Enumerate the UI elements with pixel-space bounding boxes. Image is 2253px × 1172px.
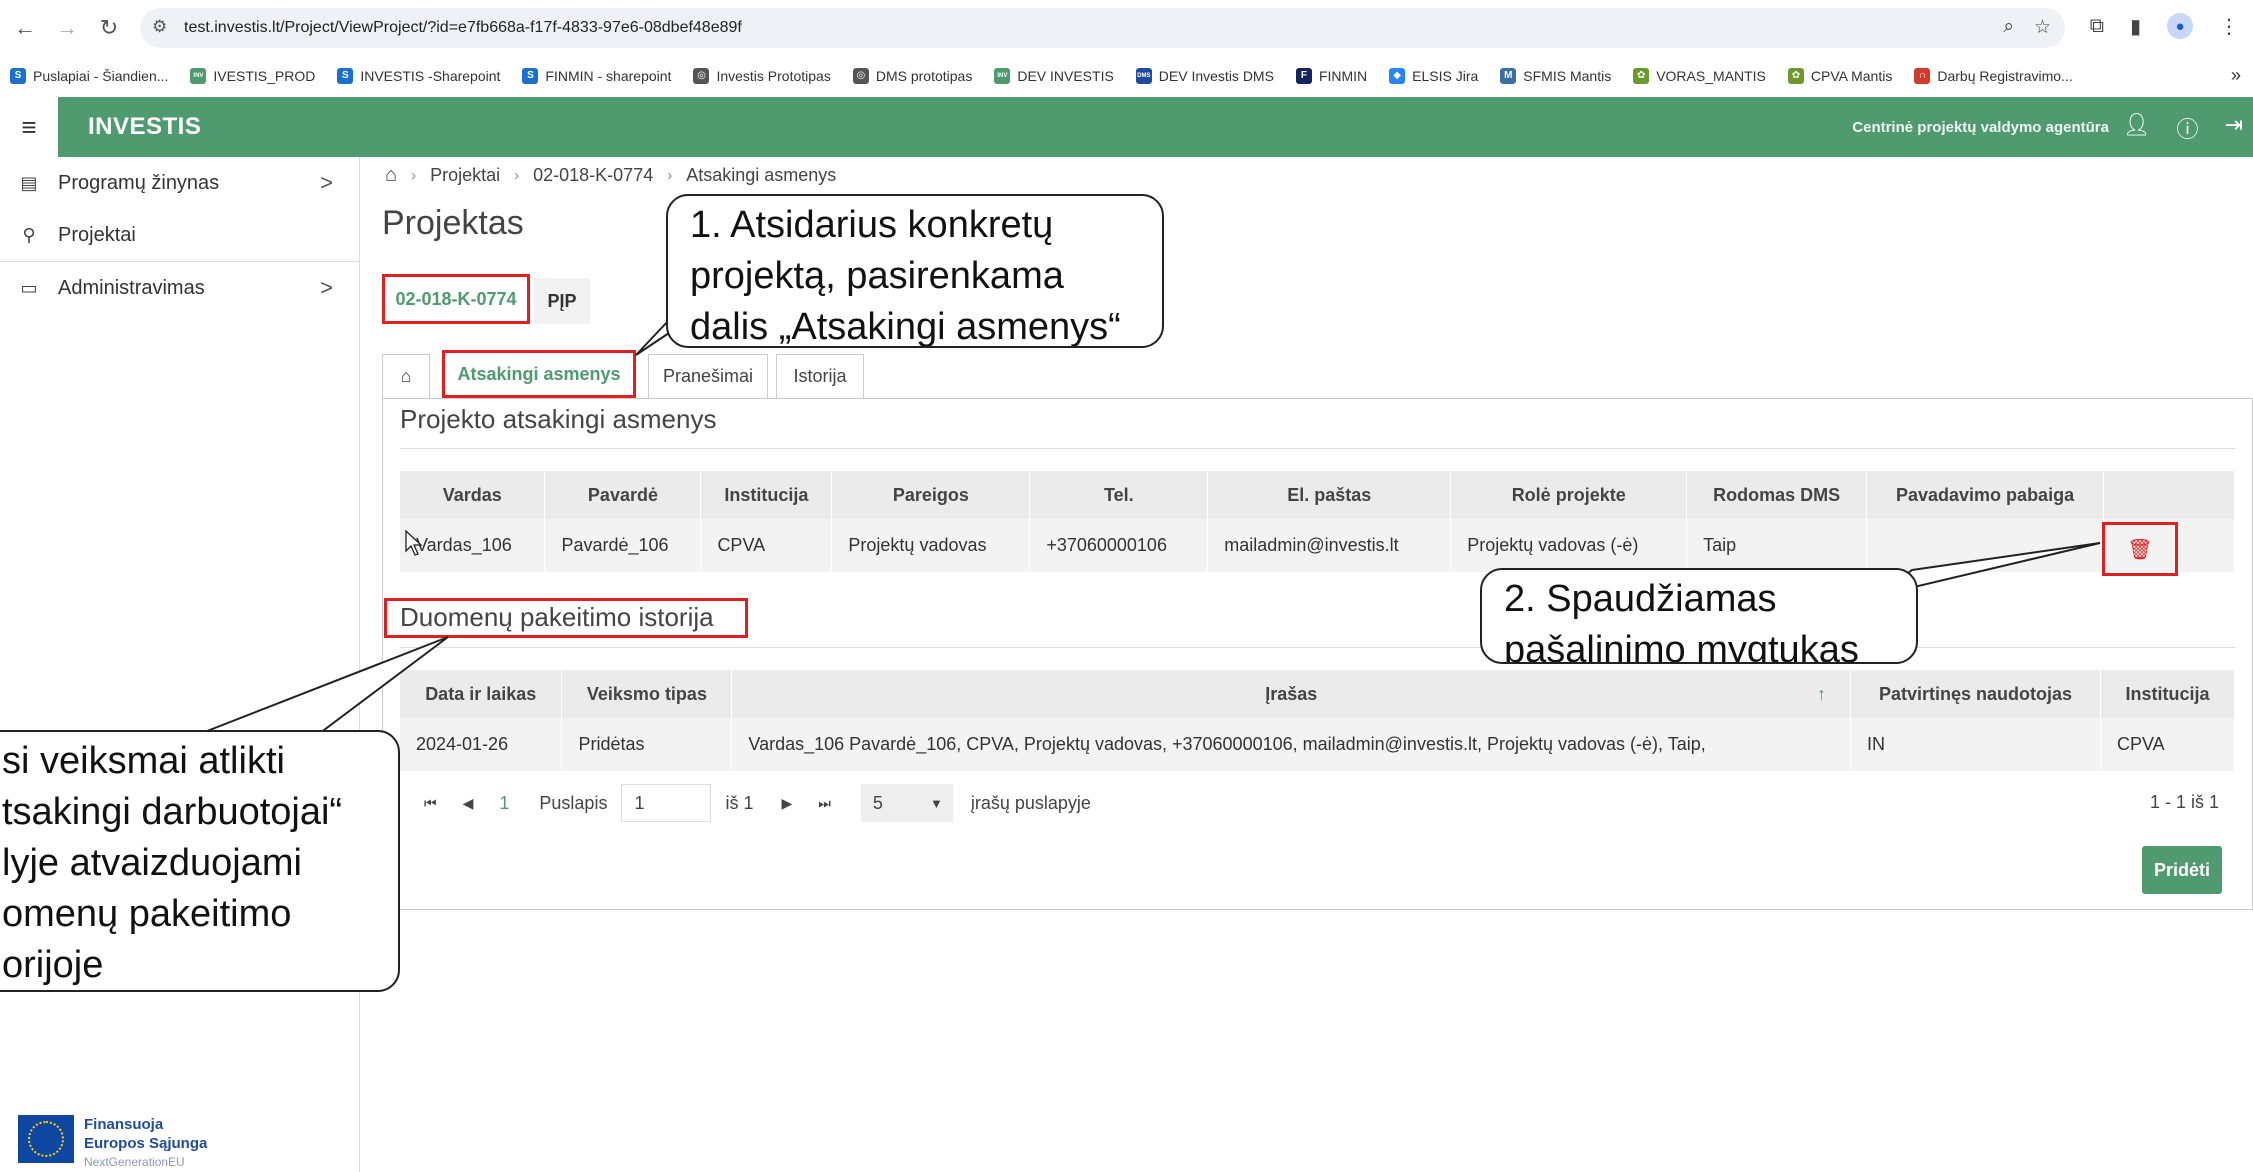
mouse-cursor-icon bbox=[405, 530, 423, 556]
callout-step-3: si veiksmai atlikti tsakingi darbuotojai… bbox=[0, 730, 400, 992]
callout-step-2: 2. Spaudžiamas pašalinimo mygtukas bbox=[1480, 568, 1918, 664]
callout-step-1: 1. Atsidarius konkretų projektą, pasiren… bbox=[666, 194, 1164, 348]
